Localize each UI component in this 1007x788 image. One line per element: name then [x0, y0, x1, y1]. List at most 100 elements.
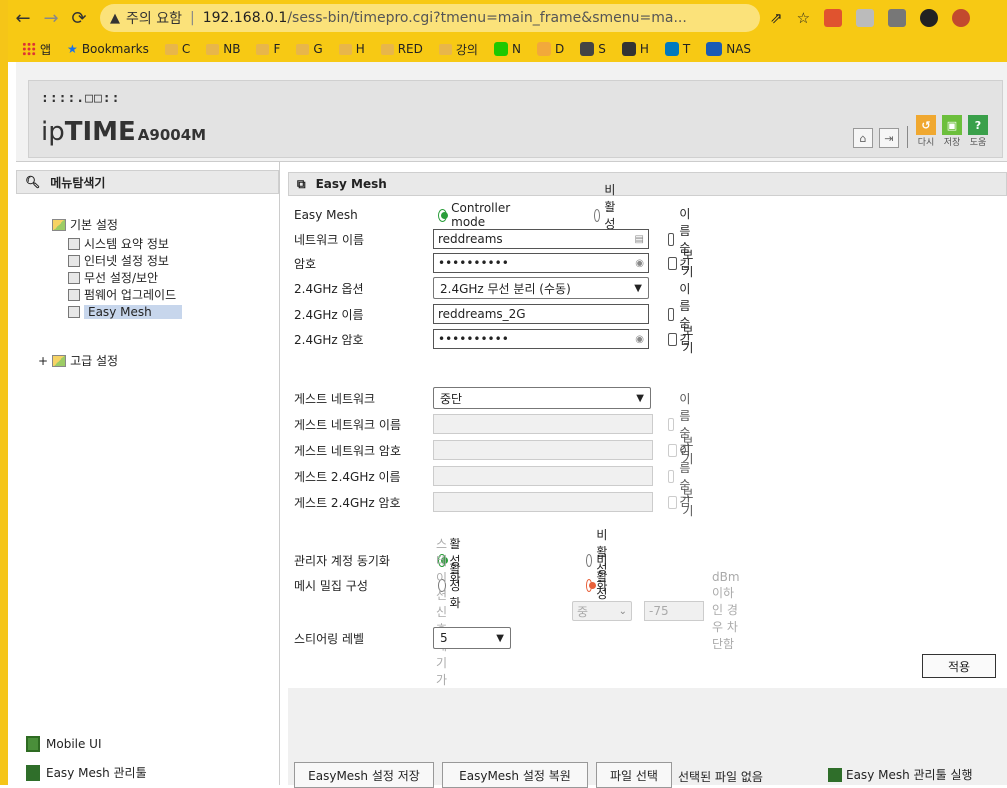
- logo-dots: ::::.□□::: [41, 91, 121, 106]
- bookmark-label: RED: [397, 42, 423, 56]
- rssi-value-input[interactable]: -75: [644, 601, 704, 621]
- back-icon[interactable]: ←: [10, 5, 36, 31]
- bookmark-folder[interactable]: RED: [375, 42, 429, 56]
- rssi-hint-prefix: 스테이션 신호세기가: [436, 536, 448, 687]
- bookmark-folder[interactable]: NB: [200, 42, 246, 56]
- radio-dot: [438, 208, 449, 222]
- field-label: 2.4GHz 이름: [294, 307, 364, 322]
- extension-icon[interactable]: [952, 9, 971, 27]
- bookmark-h[interactable]: H: [616, 42, 655, 56]
- home-icon[interactable]: ⌂: [853, 128, 873, 148]
- show-band-password-checkbox[interactable]: 보기: [668, 322, 697, 356]
- guest-24-show-password-checkbox[interactable]: 보기: [668, 485, 697, 519]
- menu-item-easymesh[interactable]: Easy Mesh: [68, 303, 182, 320]
- checkbox-box: [668, 332, 678, 346]
- folder-icon: [52, 218, 66, 231]
- bookmark-trello[interactable]: T: [659, 42, 696, 56]
- field-label: 게스트 네트워크 암호: [294, 443, 401, 458]
- guest-24-password-input[interactable]: [433, 492, 653, 512]
- bookmark-s[interactable]: S: [574, 42, 612, 56]
- input-value: ••••••••••: [438, 256, 509, 270]
- bookmark-naver[interactable]: N: [488, 42, 527, 56]
- radio-label: 활성화: [449, 561, 461, 610]
- run-easymesh-tool-link[interactable]: Easy Mesh 관리툴 실행: [828, 766, 973, 783]
- content-title-text: Easy Mesh: [315, 177, 387, 191]
- password-input[interactable]: •••••••••• ◉: [433, 253, 649, 273]
- guest-24-name-input[interactable]: [433, 466, 653, 486]
- menu-item-firmware[interactable]: 펌웨어 업그레이드: [68, 286, 182, 303]
- address-bar-row: ← → ⟳ ▲ 주의 요함 | 192.168.0.1 /sess-bin/ti…: [8, 0, 1007, 36]
- checkbox-box: [668, 232, 675, 246]
- bookmark-bookmarks[interactable]: ★ Bookmarks: [61, 42, 155, 56]
- save-easymesh-settings-button[interactable]: EasyMesh 설정 저장: [294, 762, 434, 788]
- extension-icon[interactable]: [824, 9, 843, 27]
- save-button[interactable]: ▣ 저장: [942, 115, 962, 148]
- reload-icon[interactable]: ⟳: [66, 5, 92, 31]
- chart-icon: [68, 237, 80, 250]
- band-option-select[interactable]: 2.4GHz 무선 분리 (수동) ▼: [433, 277, 649, 299]
- bookmark-folder[interactable]: H: [333, 42, 371, 56]
- menu-tree: 기본 설정 시스템 요약 정보 인터넷 설정 정보 무선 설정/보안 펌웨어 업…: [52, 216, 182, 320]
- tree-advanced-settings[interactable]: + 고급 설정: [38, 352, 118, 369]
- extension-icon[interactable]: [888, 9, 907, 27]
- extension-icon[interactable]: [920, 9, 939, 27]
- apply-button[interactable]: 적용: [922, 654, 996, 678]
- bookmark-d[interactable]: D: [531, 42, 570, 56]
- guest-name-input[interactable]: [433, 414, 653, 434]
- network-name-input[interactable]: reddreams ▤: [433, 229, 649, 249]
- bookmark-label: D: [554, 42, 565, 56]
- bookmark-label: NB: [223, 42, 241, 56]
- checkbox-box: [668, 417, 675, 431]
- bookmark-label: H: [355, 42, 365, 56]
- mobile-ui-label: Mobile UI: [46, 737, 102, 751]
- chevron-down-icon: ⌄: [618, 605, 627, 617]
- redo-icon: ↺: [916, 115, 936, 135]
- guest-password-input[interactable]: [433, 440, 653, 460]
- keyboard-icon: ▤: [634, 233, 644, 245]
- menu-item-wireless[interactable]: 무선 설정/보안: [68, 269, 182, 286]
- url-bar[interactable]: ▲ 주의 요함 | 192.168.0.1 /sess-bin/timepro.…: [100, 4, 760, 32]
- guest-network-select[interactable]: 중단 ▼: [433, 387, 651, 409]
- menu-item-label: Easy Mesh: [84, 304, 182, 319]
- field-label: Easy Mesh: [294, 208, 358, 222]
- menu-item-system-summary[interactable]: 시스템 요약 정보: [68, 235, 182, 252]
- rssi-level-select[interactable]: 중 ⌄: [572, 601, 632, 621]
- bookmarks-bar: 앱 ★ Bookmarks C NB F G H RED 강의 N D S H T…: [8, 36, 1007, 62]
- redo-button[interactable]: ↺ 다시: [916, 115, 936, 148]
- show-password-checkbox[interactable]: 보기: [668, 246, 697, 280]
- folder-icon: [296, 43, 310, 55]
- menu-item-internet-info[interactable]: 인터넷 설정 정보: [68, 252, 182, 269]
- content-panel: ⧉ Easy Mesh Easy Mesh Controller mode 비활…: [288, 172, 1007, 788]
- easymesh-tool-link[interactable]: Easy Mesh 관리툴: [26, 764, 147, 781]
- naver-icon: [493, 42, 508, 56]
- bookmark-label: S: [598, 42, 606, 56]
- bookmark-nas[interactable]: NAS: [700, 42, 757, 56]
- choose-file-button[interactable]: 파일 선택: [596, 762, 672, 788]
- star-icon[interactable]: ☆: [797, 9, 810, 27]
- bookmark-folder[interactable]: G: [290, 42, 328, 56]
- band-name-input[interactable]: reddreams_2G: [433, 304, 649, 324]
- restore-easymesh-settings-button[interactable]: EasyMesh 설정 복원: [442, 762, 588, 788]
- extension-icon[interactable]: [856, 9, 875, 27]
- steering-level-select[interactable]: 5 ▼: [433, 627, 511, 649]
- radio-dot: [594, 208, 601, 222]
- select-value: 5: [440, 631, 448, 645]
- bookmark-folder[interactable]: F: [250, 42, 286, 56]
- logout-icon[interactable]: ⇥: [879, 128, 899, 148]
- bookmark-folder[interactable]: 강의: [433, 41, 484, 58]
- help-button[interactable]: ? 도움: [968, 115, 988, 148]
- logo-ip: ip: [41, 117, 65, 147]
- forward-icon[interactable]: →: [38, 5, 64, 31]
- radio-controller-mode[interactable]: Controller mode: [438, 201, 514, 229]
- tree-basic-settings[interactable]: 기본 설정: [52, 216, 182, 233]
- bookmark-apps[interactable]: 앱: [16, 41, 57, 58]
- menu-item-label: 무선 설정/보안: [84, 271, 159, 285]
- field-label: 암호: [294, 256, 317, 271]
- bookmark-folder[interactable]: C: [159, 42, 196, 56]
- mobile-ui-link[interactable]: Mobile UI: [26, 736, 102, 752]
- band-password-input[interactable]: •••••••••• ◉: [433, 329, 649, 349]
- checkbox-box: [668, 469, 675, 483]
- bookmark-label: G: [313, 42, 323, 56]
- share-icon[interactable]: ⇗: [770, 9, 783, 27]
- field-label: 2.4GHz 옵션: [294, 281, 364, 296]
